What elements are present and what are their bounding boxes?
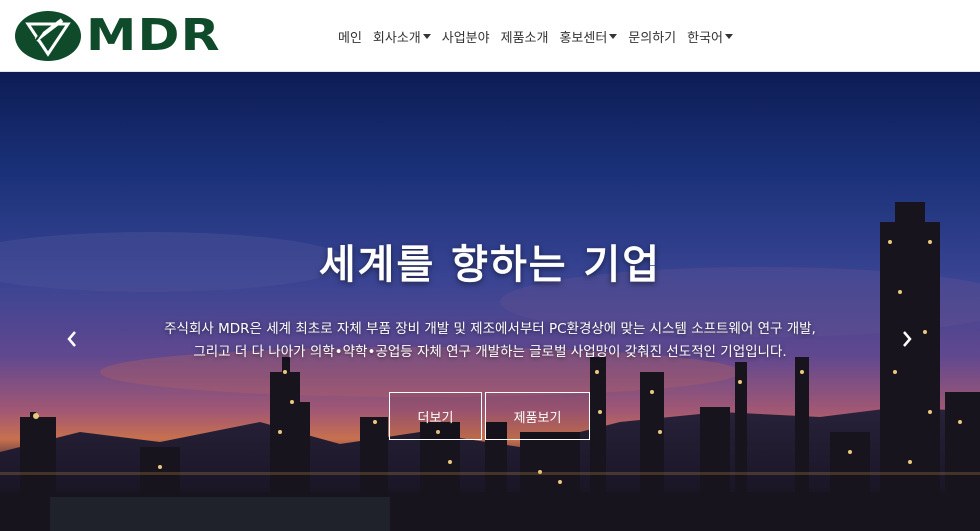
chevron-left-icon[interactable] <box>64 329 80 349</box>
nav-item-language[interactable]: 한국어 <box>687 27 734 46</box>
nav-item-contact[interactable]: 문의하기 <box>628 27 676 46</box>
hero-banner: 세계를 향하는 기업 주식회사 MDR은 세계 최초로 자체 부품 장비 개발 … <box>0 72 980 531</box>
brand-name: MDR <box>86 10 221 61</box>
caret-down-icon <box>609 33 618 39</box>
nav-label: 사업분야 <box>441 30 490 46</box>
top-navbar: MDR 메인 회사소개 사업분야 제품소개 홍보센터 문의하기 한국어 <box>0 0 980 72</box>
caret-down-icon <box>422 33 431 39</box>
hero-description-line: 그리고 더 다 나아가 의학•약학•공업등 자체 연구 개발하는 글로벌 사업망… <box>193 344 787 360</box>
nav-label: 홍보센터 <box>559 30 608 46</box>
nav-item-products[interactable]: 제품소개 <box>501 27 549 46</box>
nav-item-pr-center[interactable]: 홍보센터 <box>559 27 618 46</box>
hero-description: 주식회사 MDR은 세계 최초로 자체 부품 장비 개발 및 제조에서부터 PC… <box>0 318 980 364</box>
nav-label: 문의하기 <box>628 30 677 46</box>
nav-label: 제품소개 <box>500 30 549 46</box>
mdr-logo-icon <box>15 11 81 61</box>
caret-down-icon <box>725 33 734 39</box>
hero-overlay <box>0 72 980 531</box>
nav-item-main[interactable]: 메인 <box>338 27 362 46</box>
chevron-right-icon[interactable] <box>899 329 915 349</box>
nav-label: 회사소개 <box>372 30 421 46</box>
hero-description-line: 주식회사 MDR은 세계 최초로 자체 부품 장비 개발 및 제조에서부터 PC… <box>164 321 816 337</box>
nav-item-company[interactable]: 회사소개 <box>373 27 431 46</box>
brand-logo[interactable]: MDR <box>14 10 220 62</box>
nav-label: 메인 <box>338 30 362 46</box>
view-products-button[interactable]: 제품보기 <box>485 392 590 440</box>
more-button[interactable]: 더보기 <box>389 392 482 440</box>
main-menu: 메인 회사소개 사업분야 제품소개 홍보센터 문의하기 한국어 <box>338 0 744 72</box>
hero-title: 세계를 향하는 기업 <box>318 242 662 288</box>
nav-item-business[interactable]: 사업분야 <box>442 27 490 46</box>
nav-label: 한국어 <box>687 30 724 46</box>
